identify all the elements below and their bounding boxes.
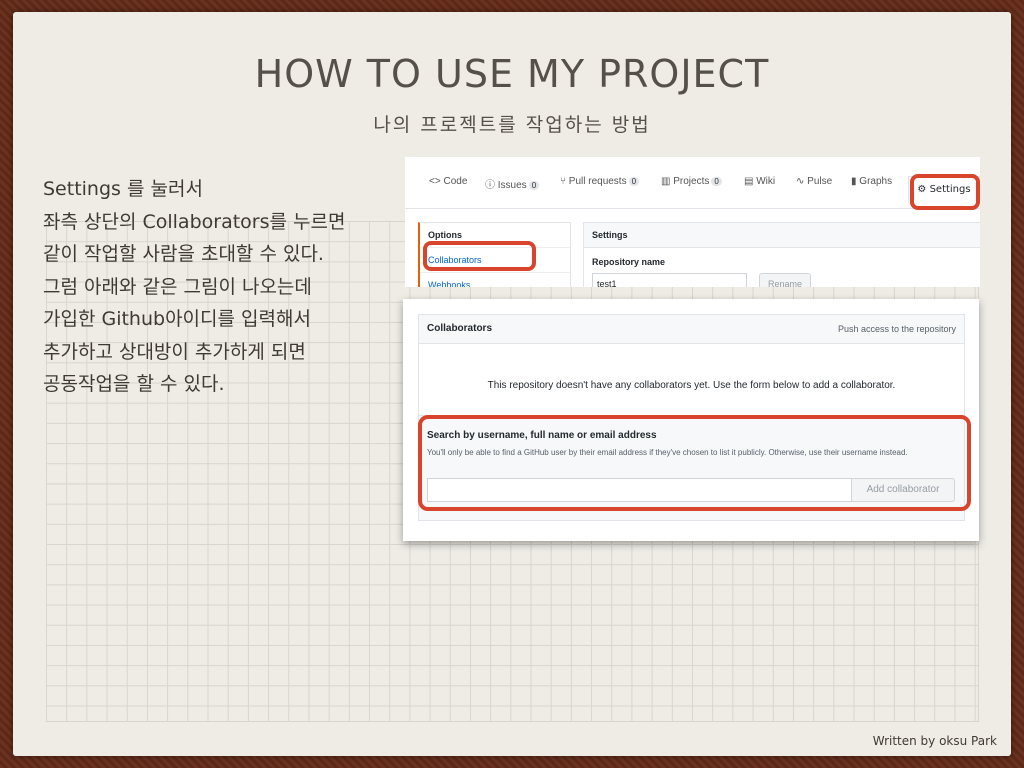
graph-icon: ▮ [851,176,857,187]
settings-panel: Settings Repository name test1 Rename [583,222,980,287]
search-highlight-ring [418,415,971,511]
collaborators-screenshot: Collaborators Push access to the reposit… [403,299,979,541]
pull-request-icon: ⑂ [560,176,566,187]
instruction-text: Settings 를 눌러서 좌측 상단의 Collaborators를 누르면… [43,173,403,401]
repo-settings-screenshot: <> Code ⓘ Issues 0 ⑂ Pull requests 0 ▥ Pro… [405,157,980,287]
tab-code[interactable]: <> Code [429,176,467,187]
collaborators-title: Collaborators [427,323,493,334]
settings-panel-header: Settings [584,223,980,248]
slide-title: HOW TO USE MY PROJECT [254,52,770,96]
rename-button[interactable]: Rename [759,273,811,287]
author-credit: Written by oksu Park [872,734,997,748]
instruction-line: Settings 를 눌러서 [43,178,203,200]
wiki-icon: ▤ [744,176,754,187]
instruction-line: 추가하고 상대방이 추가하게 되면 [43,340,306,363]
instruction-line: 좌측 상단의 Collaborators를 누르면 [43,210,346,233]
tab-pulse[interactable]: ∿ Pulse [796,176,832,187]
tab-pull-requests[interactable]: ⑂ Pull requests 0 [560,176,640,187]
tab-graphs[interactable]: ▮ Graphs [851,176,892,187]
tab-wiki[interactable]: ▤ Wiki [744,176,775,187]
collaborators-header: Collaborators Push access to the reposit… [419,315,964,344]
projects-count: 0 [711,177,722,186]
instruction-line: 가입한 Github아이디를 입력해서 [43,308,311,330]
empty-collaborators-message: This repository doesn't have any collabo… [487,380,896,391]
repo-name-input[interactable]: test1 [592,273,747,287]
sidebar-item-webhooks[interactable]: Webhooks [420,273,570,287]
pull-requests-count: 0 [628,177,640,186]
push-access-note: Push access to the repository [837,324,956,334]
slide-subtitle: 나의 프로젝트를 작업하는 방법 [373,114,651,136]
repo-nav-tabs: <> Code ⓘ Issues 0 ⑂ Pull requests 0 ▥ Pro… [405,169,980,197]
collaborators-highlight-ring [423,241,536,271]
issue-icon: ⓘ [485,180,495,191]
project-icon: ▥ [661,176,671,187]
tab-divider [405,208,980,209]
instruction-line: 그럼 아래와 같은 그림이 나오는데 [43,275,312,298]
repo-name-label: Repository name [592,257,666,267]
issues-count: 0 [528,181,540,190]
tab-projects[interactable]: ▥ Projects 0 [661,176,722,187]
slide: HOW TO USE MY PROJECT 나의 프로젝트를 작업하는 방법 S… [13,12,1011,756]
code-icon: <> [429,176,441,187]
instruction-line: 공동작업을 할 수 있다. [43,373,225,395]
pulse-icon: ∿ [796,176,805,187]
settings-highlight-ring [910,174,980,210]
instruction-line: 같이 작업할 사람을 초대할 수 있다. [43,243,324,265]
tab-issues[interactable]: ⓘ Issues 0 [485,176,540,191]
